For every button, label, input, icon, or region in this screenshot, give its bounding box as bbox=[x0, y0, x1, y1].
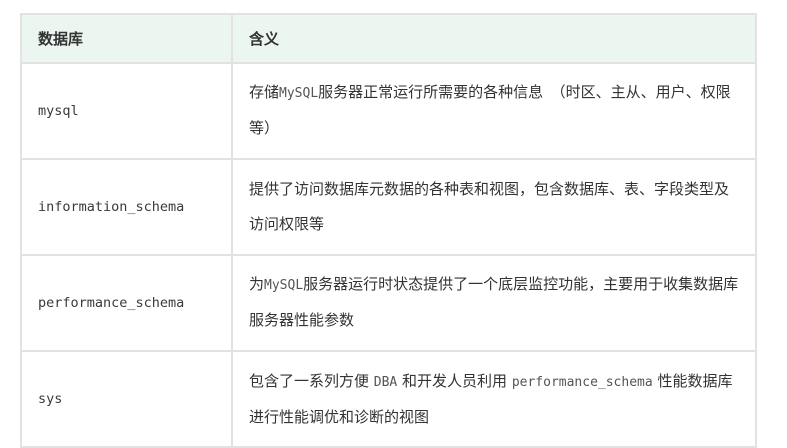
desc-code: DBA bbox=[373, 374, 398, 390]
database-name: sys bbox=[20, 350, 233, 448]
desc-code: MySQL bbox=[264, 278, 304, 293]
table-row: sys 包含了一系列方便 DBA 和开发人员利用 performance_sch… bbox=[20, 350, 757, 448]
table-header-row: 数据库 含义 bbox=[20, 13, 757, 64]
desc-text: 存储 bbox=[249, 83, 280, 101]
desc-code: MySQL bbox=[279, 86, 319, 101]
desc-text: 为 bbox=[249, 275, 265, 293]
database-description: 存储MySQL服务器正常运行所需要的各种信息 （时区、主从、用户、权限等） bbox=[231, 62, 757, 160]
header-meaning: 含义 bbox=[231, 13, 757, 64]
desc-text: 服务器运行时状态提供了一个底层监控功能，主要用于收集数据库服务器性能参数 bbox=[249, 275, 739, 329]
desc-text: 包含了一系列方便 bbox=[249, 371, 374, 390]
database-description: 包含了一系列方便 DBA 和开发人员利用 performance_schema … bbox=[231, 350, 757, 448]
table-row: performance_schema 为MySQL服务器运行时状态提供了一个底层… bbox=[20, 254, 757, 352]
desc-text: 服务器正常运行所需要的各种信息 （时区、主从、用户、权限等） bbox=[249, 83, 731, 137]
desc-code: performance_schema bbox=[511, 374, 653, 390]
database-name: information_schema bbox=[20, 158, 233, 256]
table-row: information_schema 提供了访问数据库元数据的各种表和视图，包含… bbox=[20, 158, 757, 256]
database-description: 为MySQL服务器运行时状态提供了一个底层监控功能，主要用于收集数据库服务器性能… bbox=[231, 254, 757, 352]
header-database: 数据库 bbox=[20, 13, 233, 64]
table-row: mysql 存储MySQL服务器正常运行所需要的各种信息 （时区、主从、用户、权… bbox=[20, 62, 757, 160]
database-description: 提供了访问数据库元数据的各种表和视图，包含数据库、表、字段类型及访问权限等 bbox=[231, 158, 757, 256]
desc-text: 提供了访问数据库元数据的各种表和视图，包含数据库、表、字段类型及访问权限等 bbox=[249, 179, 730, 233]
database-name: performance_schema bbox=[20, 254, 233, 352]
desc-text: 和开发人员利用 bbox=[397, 371, 512, 390]
database-table: 数据库 含义 mysql 存储MySQL服务器正常运行所需要的各种信息 （时区、… bbox=[20, 13, 757, 448]
database-name: mysql bbox=[20, 62, 233, 160]
